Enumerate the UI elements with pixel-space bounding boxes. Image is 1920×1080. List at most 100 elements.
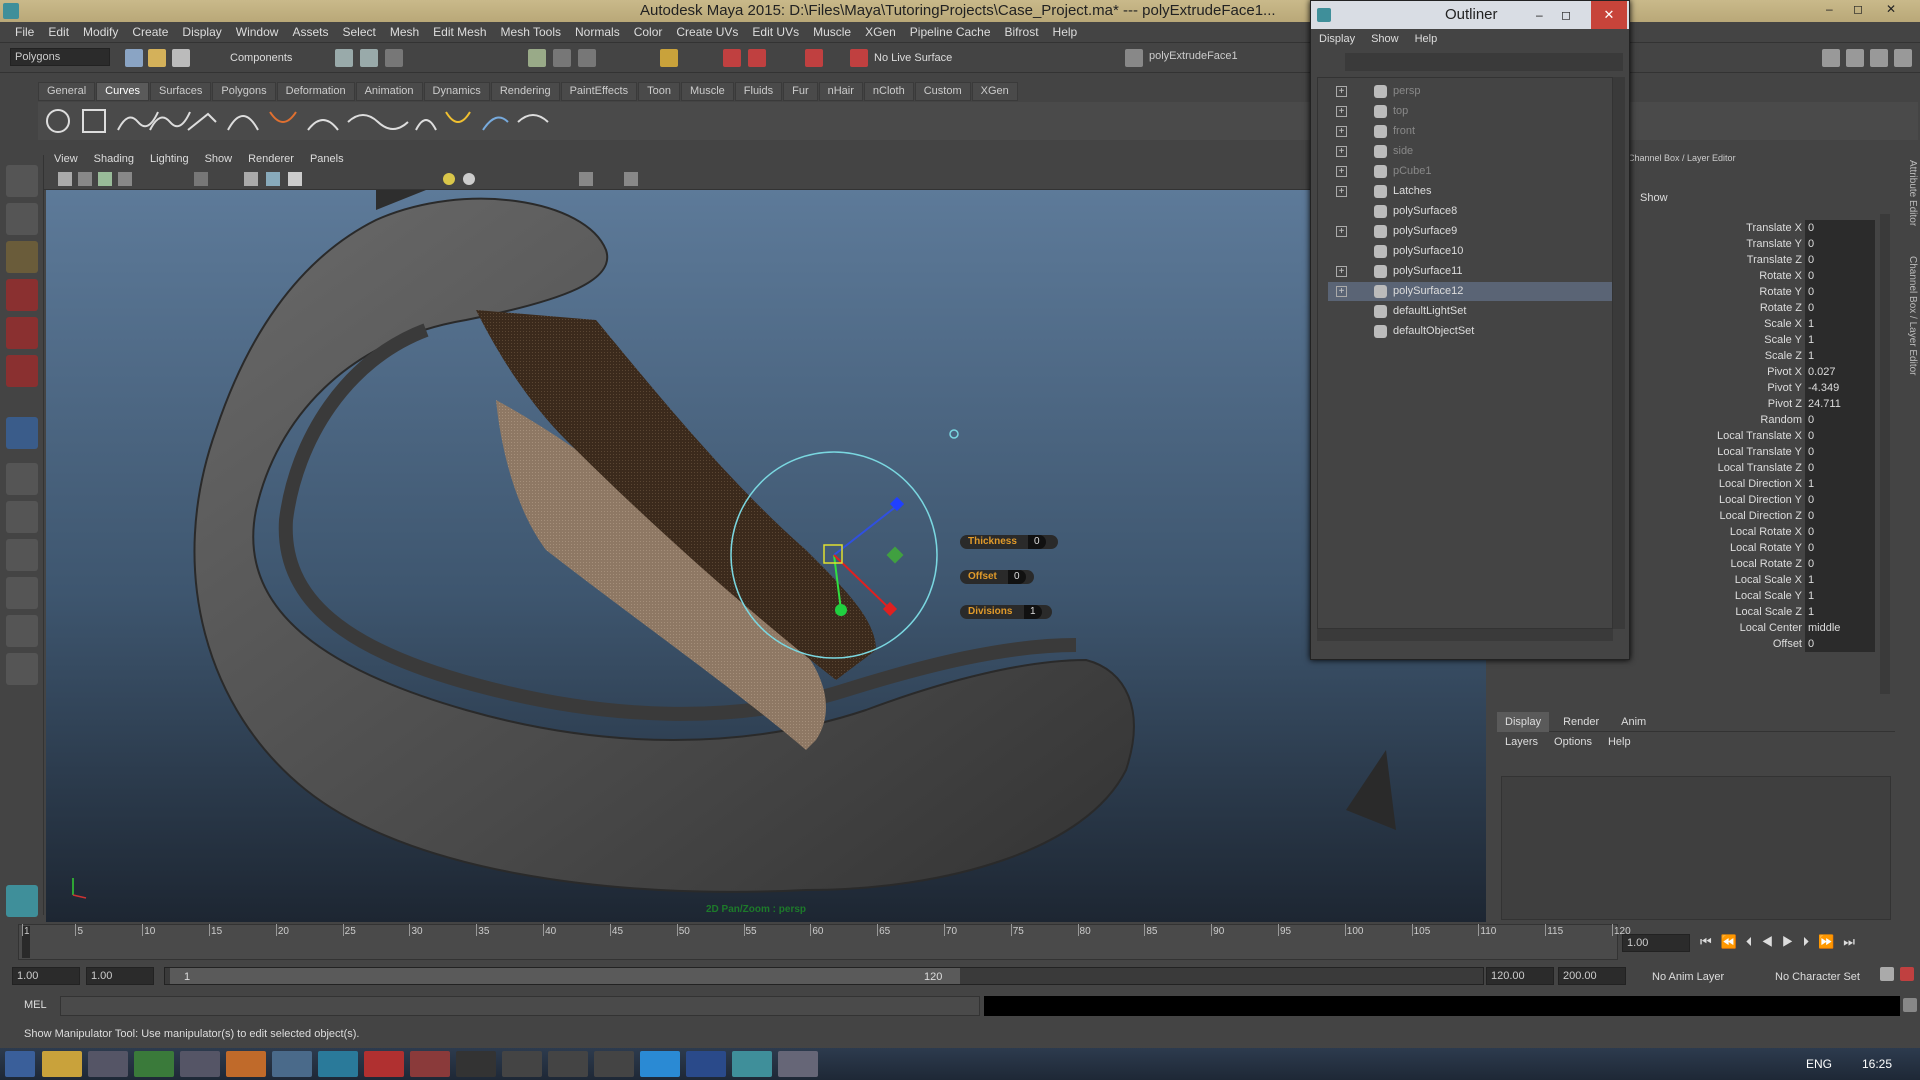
render-settings-icon[interactable] <box>805 49 823 67</box>
current-frame-field[interactable]: 1.00 <box>1622 934 1690 952</box>
go-to-end-icon[interactable]: ⏭ <box>1843 934 1864 949</box>
panel-menu-panels[interactable]: Panels <box>302 150 352 168</box>
snap-grid-icon[interactable] <box>528 49 546 67</box>
character-set-dropdown[interactable]: No Character Set <box>1775 971 1860 983</box>
input-line-mode-icon[interactable] <box>1125 49 1143 67</box>
select-tool-icon[interactable] <box>6 165 38 197</box>
step-forward-frame-icon[interactable]: ⏵ <box>1803 934 1819 949</box>
expand-icon[interactable]: + <box>1336 266 1347 277</box>
expand-icon[interactable]: + <box>1336 86 1347 97</box>
word-icon[interactable] <box>686 1051 726 1077</box>
script-language-toggle[interactable]: MEL <box>24 999 47 1011</box>
outliner-item[interactable]: + persp <box>1328 82 1612 101</box>
channel-attribute-row[interactable]: Rotate Y0 <box>1622 284 1880 300</box>
channel-attribute-row[interactable]: Pivot Z 24.711 <box>1622 396 1880 412</box>
channel-attribute-row[interactable]: Offset 0 <box>1622 636 1880 652</box>
attribute-editor-tab[interactable]: Attribute Editor <box>1898 160 1918 226</box>
channel-attribute-row[interactable]: Rotate X0 <box>1622 268 1880 284</box>
expand-icon[interactable]: + <box>1336 126 1347 137</box>
layout-two-icon[interactable] <box>6 539 38 571</box>
show-channel-box-icon[interactable] <box>1870 49 1888 67</box>
rotate-tool-icon[interactable] <box>6 317 38 349</box>
outliner-hscroll[interactable] <box>1317 629 1613 641</box>
shelf-tab-surfaces[interactable]: Surfaces <box>149 82 212 101</box>
command-input[interactable] <box>60 996 980 1016</box>
quick-selection-field[interactable]: polyExtrudeFace1 <box>1145 48 1305 66</box>
chrome-icon[interactable] <box>134 1051 174 1077</box>
offset-label[interactable]: Offset 0 <box>960 570 1034 584</box>
menu-pipeline-cache[interactable]: Pipeline Cache <box>903 22 998 43</box>
show-attribute-editor-icon[interactable] <box>1822 49 1840 67</box>
channel-attribute-value[interactable]: 1 <box>1805 604 1875 620</box>
shelf-tab-ncloth[interactable]: nCloth <box>863 82 914 101</box>
channel-attribute-row[interactable]: Local Scale Z1 <box>1622 604 1880 620</box>
channel-attribute-value[interactable]: 0 <box>1805 524 1875 540</box>
outliner-item[interactable]: + side <box>1328 142 1612 161</box>
select-by-object-icon[interactable] <box>360 49 378 67</box>
playback-start-field[interactable]: 1.00 <box>86 967 154 985</box>
auto-key-icon[interactable] <box>1880 967 1894 981</box>
channel-attribute-row[interactable]: Translate Y0 <box>1622 236 1880 252</box>
menu-edit-uvs[interactable]: Edit UVs <box>745 22 806 43</box>
render-frame-icon[interactable] <box>723 49 741 67</box>
open-scene-icon[interactable] <box>148 49 166 67</box>
maya-home-icon[interactable] <box>6 885 38 917</box>
antivirus-icon[interactable] <box>364 1051 404 1077</box>
channel-attribute-value[interactable]: 0 <box>1805 220 1875 236</box>
channel-box-scrollbar[interactable] <box>1880 214 1890 694</box>
expand-icon[interactable]: + <box>1336 286 1347 297</box>
panel-menu-show[interactable]: Show <box>197 150 241 168</box>
menu-create[interactable]: Create <box>125 22 175 43</box>
channel-attribute-row[interactable]: Pivot Y -4.349 <box>1622 380 1880 396</box>
expand-icon[interactable]: + <box>1336 186 1347 197</box>
channel-attribute-value[interactable]: 24.711 <box>1805 396 1875 412</box>
shelf-tab-curves[interactable]: Curves <box>96 82 149 101</box>
outliner-item[interactable]: + front <box>1328 122 1612 141</box>
step-back-key-icon[interactable]: ⏪ <box>1721 934 1746 949</box>
channel-attribute-value[interactable]: 0 <box>1805 412 1875 428</box>
outliner-maximize-button[interactable]: ◻ <box>1561 1 1571 29</box>
menu-select[interactable]: Select <box>335 22 382 43</box>
paint-select-tool-icon[interactable] <box>6 241 38 273</box>
outliner-item[interactable]: + polySurface11 <box>1328 262 1612 281</box>
outliner-menu-display[interactable]: Display <box>1311 29 1363 49</box>
shelf-tab-muscle[interactable]: Muscle <box>680 82 734 101</box>
explorer-window-icon[interactable] <box>180 1051 220 1077</box>
shelf-tab-xgen[interactable]: XGen <box>971 82 1018 101</box>
channel-box-show-menu[interactable]: Show <box>1640 192 1668 204</box>
channel-attribute-row[interactable]: Local Scale Y1 <box>1622 588 1880 604</box>
anim-layer-dropdown[interactable]: No Anim Layer <box>1652 971 1724 983</box>
playback-end-field[interactable]: 120.00 <box>1486 967 1554 985</box>
channel-attribute-value[interactable]: 0.027 <box>1805 364 1875 380</box>
dolby-icon[interactable] <box>502 1051 542 1077</box>
channel-attribute-row[interactable]: Rotate Z0 <box>1622 300 1880 316</box>
channel-attribute-value[interactable]: 0 <box>1805 444 1875 460</box>
channel-attribute-row[interactable]: Translate X0 <box>1622 220 1880 236</box>
layer-tab-display[interactable]: Display <box>1497 711 1550 732</box>
live-surface-label[interactable]: No Live Surface <box>874 52 952 64</box>
shelf-tab-painteffects[interactable]: PaintEffects <box>560 82 638 101</box>
channel-attribute-row[interactable]: Local Rotate Y0 <box>1622 540 1880 556</box>
snap-curve-icon[interactable] <box>553 49 571 67</box>
shelf-tab-deformation[interactable]: Deformation <box>276 82 355 101</box>
language-indicator[interactable]: ENG <box>1806 1057 1832 1071</box>
divisions-label[interactable]: Divisions 1 <box>960 605 1052 619</box>
outliner-item[interactable]: defaultLightSet <box>1328 302 1612 321</box>
shelf-tab-general[interactable]: General <box>38 82 96 101</box>
expand-icon[interactable]: + <box>1336 106 1347 117</box>
channel-attribute-row[interactable]: Local Translate Z0 <box>1622 460 1880 476</box>
expand-icon[interactable]: + <box>1336 166 1347 177</box>
menu-create-uvs[interactable]: Create UVs <box>669 22 745 43</box>
outliner-menu-show[interactable]: Show <box>1363 29 1407 49</box>
outliner-minimize-button[interactable]: – <box>1536 1 1543 29</box>
layer-menu-help[interactable]: Help <box>1600 736 1639 748</box>
channel-attribute-value[interactable]: 0 <box>1805 508 1875 524</box>
chrome-window-icon[interactable] <box>272 1051 312 1077</box>
outliner-menu-help[interactable]: Help <box>1407 29 1446 49</box>
panel-menu-shading[interactable]: Shading <box>86 150 142 168</box>
minimize-button[interactable]: – <box>1826 2 1833 16</box>
app-icon[interactable] <box>410 1051 450 1077</box>
channel-attribute-value[interactable]: 0 <box>1805 636 1875 652</box>
file-explorer-icon[interactable] <box>42 1051 82 1077</box>
epic-launcher-icon[interactable] <box>594 1051 634 1077</box>
